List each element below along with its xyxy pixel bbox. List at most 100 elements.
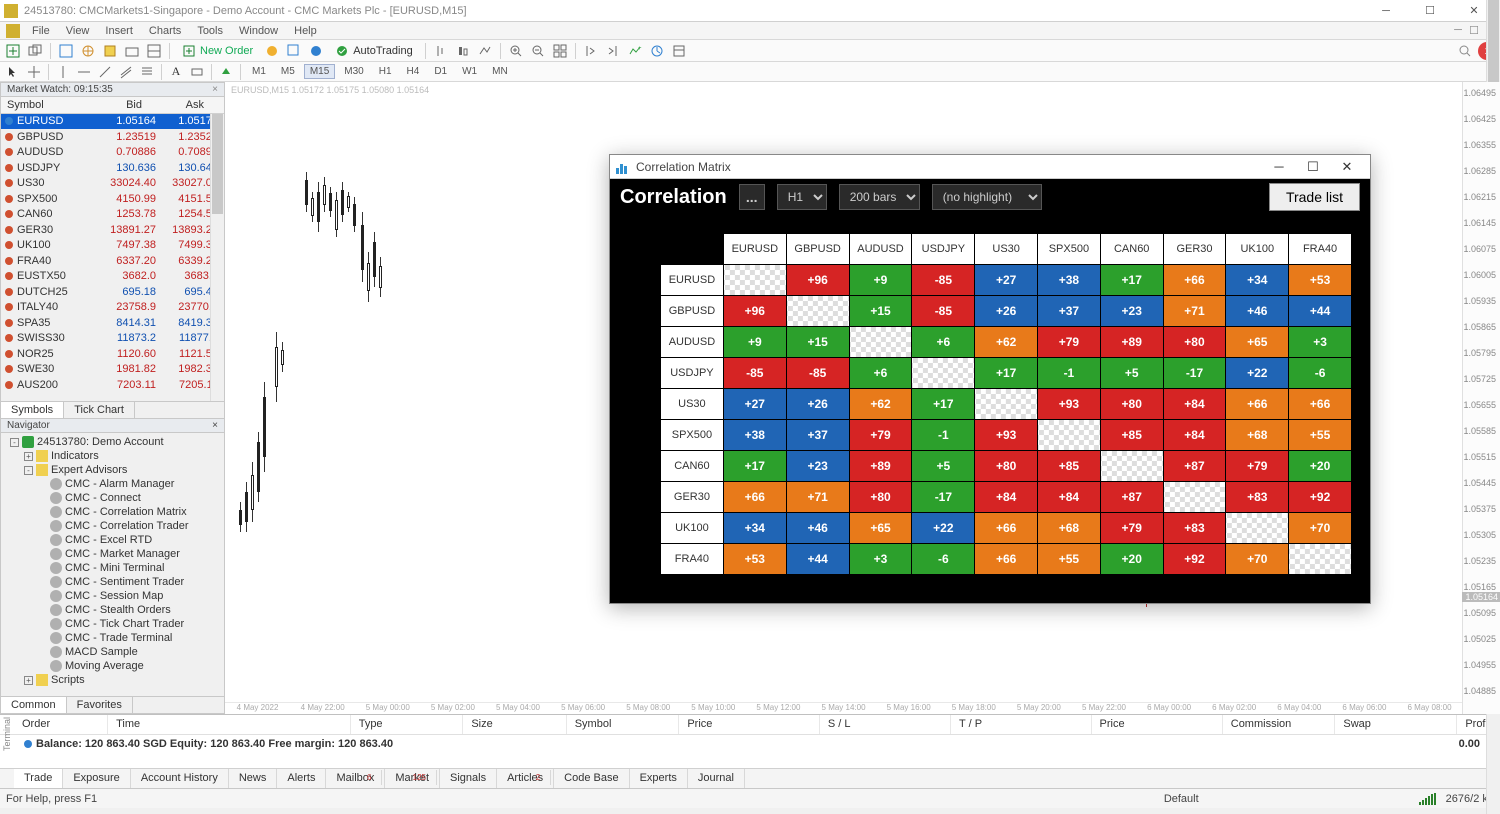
navigator-icon[interactable] bbox=[79, 42, 97, 60]
menu-help[interactable]: Help bbox=[286, 24, 325, 38]
corr-cell[interactable]: +84 bbox=[1164, 389, 1226, 419]
tf-W1[interactable]: W1 bbox=[456, 64, 483, 79]
corr-cell[interactable]: -1 bbox=[1038, 358, 1100, 388]
corr-cell[interactable]: +62 bbox=[850, 389, 912, 419]
mw-row-UK100[interactable]: UK100 7497.38 7499.38 bbox=[1, 238, 224, 254]
mw-tab-tick-chart[interactable]: Tick Chart bbox=[64, 402, 135, 418]
modal-maximize[interactable]: ☐ bbox=[1296, 156, 1330, 178]
bars-select[interactable]: 200 bars bbox=[839, 184, 920, 210]
menu-charts[interactable]: Charts bbox=[141, 24, 189, 38]
shift-end-icon[interactable] bbox=[582, 42, 600, 60]
mw-row-EURUSD[interactable]: EURUSD 1.05164 1.05171 bbox=[1, 114, 224, 130]
line-chart-icon[interactable] bbox=[476, 42, 494, 60]
corr-cell[interactable]: -85 bbox=[787, 358, 849, 388]
zoom-out-icon[interactable] bbox=[529, 42, 547, 60]
corr-cell[interactable]: +84 bbox=[975, 482, 1037, 512]
corr-cell[interactable]: +3 bbox=[1289, 327, 1351, 357]
market-watch-close[interactable]: × bbox=[212, 84, 218, 95]
corr-cell[interactable]: -17 bbox=[1164, 358, 1226, 388]
corr-cell[interactable]: +20 bbox=[1101, 544, 1163, 574]
mw-row-GER30[interactable]: GER30 13891.27 13893.27 bbox=[1, 223, 224, 239]
corr-cell[interactable]: +23 bbox=[787, 451, 849, 481]
corr-row-CAN60[interactable]: CAN60 bbox=[661, 451, 723, 481]
corr-cell[interactable]: +22 bbox=[1226, 358, 1288, 388]
chart-plus-icon[interactable] bbox=[285, 42, 303, 60]
tf-M15[interactable]: M15 bbox=[304, 64, 335, 79]
corr-cell[interactable]: +84 bbox=[1164, 420, 1226, 450]
channel-icon[interactable] bbox=[117, 63, 135, 81]
corr-cell[interactable]: +23 bbox=[1101, 296, 1163, 326]
corr-cell[interactable]: +20 bbox=[1289, 451, 1351, 481]
nav-item[interactable]: CMC - Excel RTD bbox=[3, 533, 222, 547]
mw-row-SWE30[interactable]: SWE30 1981.82 1982.32 bbox=[1, 362, 224, 378]
crosshair-icon[interactable] bbox=[25, 63, 43, 81]
mw-row-USDJPY[interactable]: USDJPY 130.636 130.643 bbox=[1, 161, 224, 177]
corr-cell[interactable]: +15 bbox=[787, 327, 849, 357]
menu-insert[interactable]: Insert bbox=[97, 24, 141, 38]
modal-minimize[interactable]: ─ bbox=[1262, 156, 1296, 178]
corr-cell[interactable]: +3 bbox=[850, 544, 912, 574]
corr-cell[interactable]: +17 bbox=[724, 451, 786, 481]
corr-cell[interactable]: +17 bbox=[1101, 265, 1163, 295]
corr-cell[interactable]: +6 bbox=[850, 358, 912, 388]
corr-cell[interactable]: +79 bbox=[1226, 451, 1288, 481]
corr-cell[interactable]: +80 bbox=[1164, 327, 1226, 357]
mdi-min[interactable]: ─ bbox=[1450, 24, 1466, 37]
hline-icon[interactable] bbox=[75, 63, 93, 81]
navigator-close[interactable]: × bbox=[212, 420, 218, 431]
mw-row-ITALY40[interactable]: ITALY40 23758.9 23770.9 bbox=[1, 300, 224, 316]
col-symbol[interactable]: Symbol bbox=[1, 97, 86, 113]
corr-cell[interactable]: +38 bbox=[1038, 265, 1100, 295]
corr-row-GBPUSD[interactable]: GBPUSD bbox=[661, 296, 723, 326]
autotrade-button[interactable]: AutoTrading bbox=[329, 42, 419, 60]
menu-window[interactable]: Window bbox=[231, 24, 286, 38]
corr-col-USDJPY[interactable]: USDJPY bbox=[912, 234, 974, 264]
trendline-icon[interactable] bbox=[96, 63, 114, 81]
corr-row-UK100[interactable]: UK100 bbox=[661, 513, 723, 543]
corr-cell[interactable]: +96 bbox=[787, 265, 849, 295]
corr-cell[interactable]: +70 bbox=[1289, 513, 1351, 543]
term-col-swap[interactable]: Swap bbox=[1335, 715, 1457, 734]
corr-row-AUDUSD[interactable]: AUDUSD bbox=[661, 327, 723, 357]
trade-list-button[interactable]: Trade list bbox=[1269, 183, 1360, 211]
mw-row-GBPUSD[interactable]: GBPUSD 1.23519 1.23528 bbox=[1, 130, 224, 146]
maximize-button[interactable]: ☐ bbox=[1408, 1, 1452, 21]
tf-MN[interactable]: MN bbox=[486, 64, 514, 79]
term-tab-mailbox[interactable]: Mailbox6 bbox=[326, 769, 385, 788]
nav-item[interactable]: CMC - Sentiment Trader bbox=[3, 575, 222, 589]
term-col-commission[interactable]: Commission bbox=[1223, 715, 1336, 734]
corr-cell[interactable]: +68 bbox=[1226, 420, 1288, 450]
vline-icon[interactable] bbox=[54, 63, 72, 81]
terminal-icon[interactable] bbox=[123, 42, 141, 60]
term-col-price[interactable]: Price bbox=[1092, 715, 1223, 734]
corr-cell[interactable]: +6 bbox=[912, 327, 974, 357]
corr-cell[interactable]: +87 bbox=[1164, 451, 1226, 481]
corr-cell[interactable]: +44 bbox=[787, 544, 849, 574]
term-col-size[interactable]: Size bbox=[463, 715, 566, 734]
corr-cell[interactable]: +71 bbox=[787, 482, 849, 512]
term-tab-experts[interactable]: Experts bbox=[630, 769, 688, 788]
corr-cell[interactable]: +96 bbox=[724, 296, 786, 326]
corr-cell[interactable]: +65 bbox=[1226, 327, 1288, 357]
menu-tools[interactable]: Tools bbox=[189, 24, 231, 38]
corr-cell[interactable]: +38 bbox=[724, 420, 786, 450]
zoom-in-icon[interactable] bbox=[507, 42, 525, 60]
mw-row-SPX500[interactable]: SPX500 4150.99 4151.59 bbox=[1, 192, 224, 208]
corr-cell[interactable]: +26 bbox=[787, 389, 849, 419]
corr-cell[interactable]: +26 bbox=[975, 296, 1037, 326]
corr-cell[interactable]: +85 bbox=[1038, 451, 1100, 481]
periods-icon[interactable] bbox=[648, 42, 666, 60]
tf-M1[interactable]: M1 bbox=[246, 64, 272, 79]
mw-row-NOR25[interactable]: NOR25 1120.60 1121.50 bbox=[1, 347, 224, 363]
corr-col-FRA40[interactable]: FRA40 bbox=[1289, 234, 1351, 264]
corr-cell[interactable]: +17 bbox=[975, 358, 1037, 388]
term-tab-journal[interactable]: Journal bbox=[688, 769, 745, 788]
nav-indicators[interactable]: +Indicators bbox=[3, 449, 222, 463]
mw-row-SPA35[interactable]: SPA35 8414.31 8419.31 bbox=[1, 316, 224, 332]
cursor-icon[interactable] bbox=[4, 63, 22, 81]
corr-cell[interactable]: +79 bbox=[1038, 327, 1100, 357]
nav-item[interactable]: CMC - Session Map bbox=[3, 589, 222, 603]
nav-item[interactable]: CMC - Tick Chart Trader bbox=[3, 617, 222, 631]
term-tab-code-base[interactable]: Code Base bbox=[554, 769, 629, 788]
corr-cell[interactable]: +89 bbox=[1101, 327, 1163, 357]
